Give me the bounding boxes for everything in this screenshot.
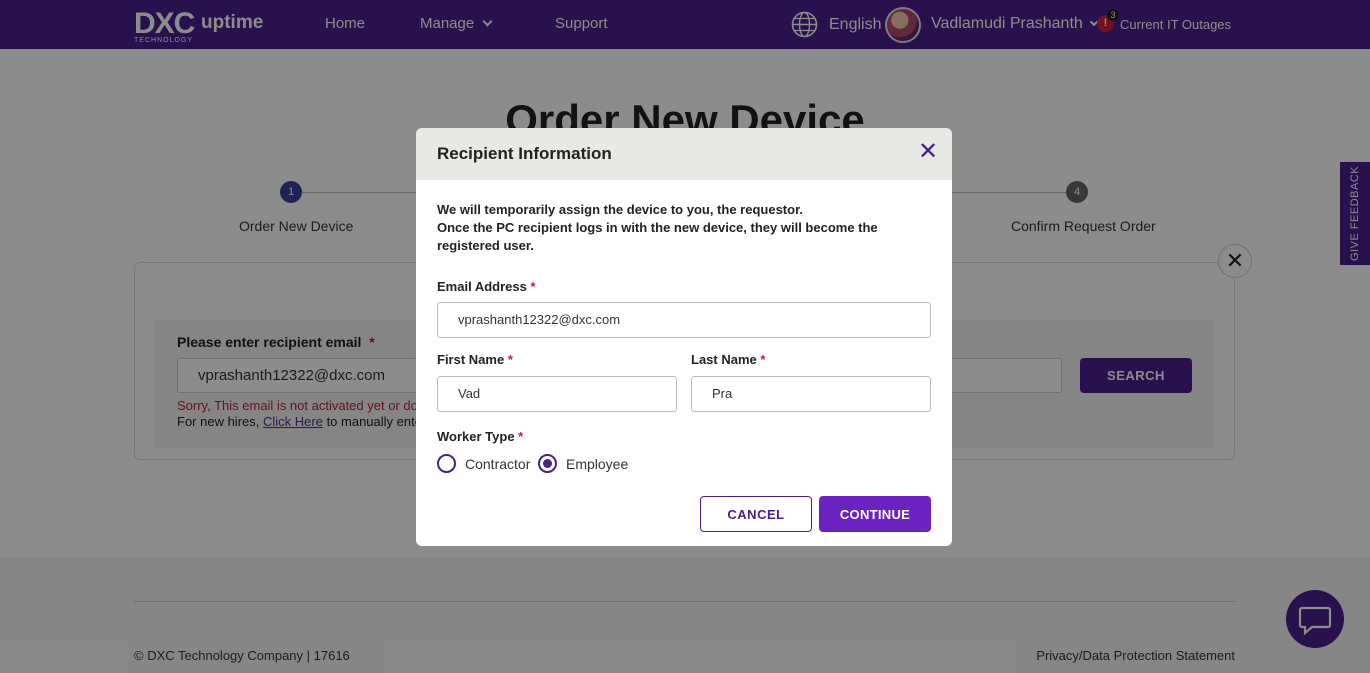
employee-label[interactable]: Employee — [566, 456, 628, 472]
first-name-label: First Name * — [437, 352, 513, 367]
continue-button[interactable]: CONTINUE — [819, 496, 931, 532]
contractor-label[interactable]: Contractor — [465, 456, 530, 472]
required-mark: * — [760, 352, 766, 367]
contractor-radio[interactable] — [437, 454, 456, 473]
required-mark: * — [507, 352, 513, 367]
employee-radio[interactable] — [538, 454, 557, 473]
last-name-field[interactable]: Pra — [691, 376, 931, 412]
intro-line-1: We will temporarily assign the device to… — [437, 202, 804, 217]
last-name-label: Last Name * — [691, 352, 765, 367]
intro-line-2: Once the PC recipient logs in with the n… — [437, 220, 878, 253]
worker-type-label-text: Worker Type — [437, 429, 515, 444]
email-label-text: Email Address — [437, 279, 527, 294]
radio-selected-dot — [543, 459, 552, 468]
cancel-button[interactable]: CANCEL — [700, 496, 812, 532]
modal-intro: We will temporarily assign the device to… — [437, 201, 937, 255]
first-name-field[interactable]: Vad — [437, 376, 677, 412]
required-mark: * — [518, 429, 524, 444]
worker-type-label: Worker Type * — [437, 429, 523, 444]
recipient-info-modal: Recipient Information ✕ We will temporar… — [416, 128, 952, 546]
email-field[interactable]: vprashanth12322@dxc.com — [437, 302, 931, 338]
email-label: Email Address * — [437, 279, 536, 294]
modal-header: Recipient Information ✕ — [416, 128, 952, 180]
modal-title: Recipient Information — [437, 144, 612, 163]
first-name-label-text: First Name — [437, 352, 505, 367]
last-name-label-text: Last Name — [691, 352, 757, 367]
close-icon[interactable]: ✕ — [916, 140, 940, 164]
required-mark: * — [530, 279, 536, 294]
